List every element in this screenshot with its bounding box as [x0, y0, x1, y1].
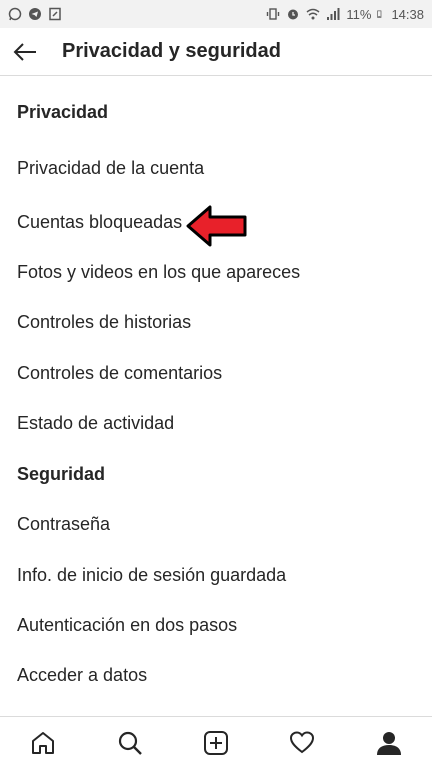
- store-icon: [49, 7, 61, 21]
- nav-activity[interactable]: [282, 723, 322, 763]
- section-title-privacy: Privacidad: [17, 102, 109, 122]
- menu-item-blocked-accounts[interactable]: Cuentas bloqueadas: [17, 212, 182, 233]
- menu-item-data-access[interactable]: Acceder a datos: [17, 665, 147, 686]
- vibrate-icon: [267, 8, 280, 20]
- section-title-security: Seguridad: [17, 464, 106, 484]
- nav-profile[interactable]: [369, 723, 409, 763]
- menu-item-comment-controls[interactable]: Controles de comentarios: [17, 363, 222, 384]
- menu-item-activity-status[interactable]: Estado de actividad: [17, 413, 174, 434]
- nav-add-post[interactable]: [196, 723, 236, 763]
- bottom-navigation: [0, 716, 432, 769]
- alarm-icon: [288, 9, 299, 20]
- activity-heart-icon: [290, 731, 315, 754]
- menu-item-two-factor-auth[interactable]: Autenticación en dos pasos: [17, 615, 237, 636]
- page-title: Privacidad y seguridad: [62, 40, 281, 62]
- wifi-icon: [306, 8, 320, 20]
- back-arrow-icon: [13, 42, 36, 61]
- status-right: 11% 14:38: [266, 7, 424, 22]
- search-icon: [118, 731, 142, 755]
- battery-icon: [377, 10, 382, 18]
- profile-icon: [376, 732, 401, 755]
- telegram-icon: [29, 8, 41, 20]
- red-arrow-annotation-icon: [186, 205, 247, 247]
- nav-home[interactable]: [23, 723, 63, 763]
- menu-item-account-privacy[interactable]: Privacidad de la cuenta: [17, 158, 204, 179]
- add-post-icon: [203, 731, 228, 755]
- battery-percent: 11%: [346, 6, 372, 22]
- nav-search[interactable]: [110, 723, 150, 763]
- back-button[interactable]: [0, 28, 50, 76]
- whatsapp-icon: [8, 7, 22, 21]
- home-icon: [32, 732, 55, 754]
- menu-item-saved-login-info[interactable]: Info. de inicio de sesión guardada: [17, 565, 286, 586]
- status-left-icons: [8, 7, 62, 21]
- clock: 14:38: [391, 6, 424, 22]
- status-bar: 11% 14:38: [0, 0, 432, 28]
- app-bar: Privacidad y seguridad: [0, 28, 432, 76]
- signal-icon: [327, 8, 340, 20]
- menu-item-photos-videos[interactable]: Fotos y videos en los que apareces: [17, 262, 300, 283]
- menu-item-password[interactable]: Contraseña: [17, 514, 110, 535]
- menu-item-story-controls[interactable]: Controles de historias: [17, 312, 191, 333]
